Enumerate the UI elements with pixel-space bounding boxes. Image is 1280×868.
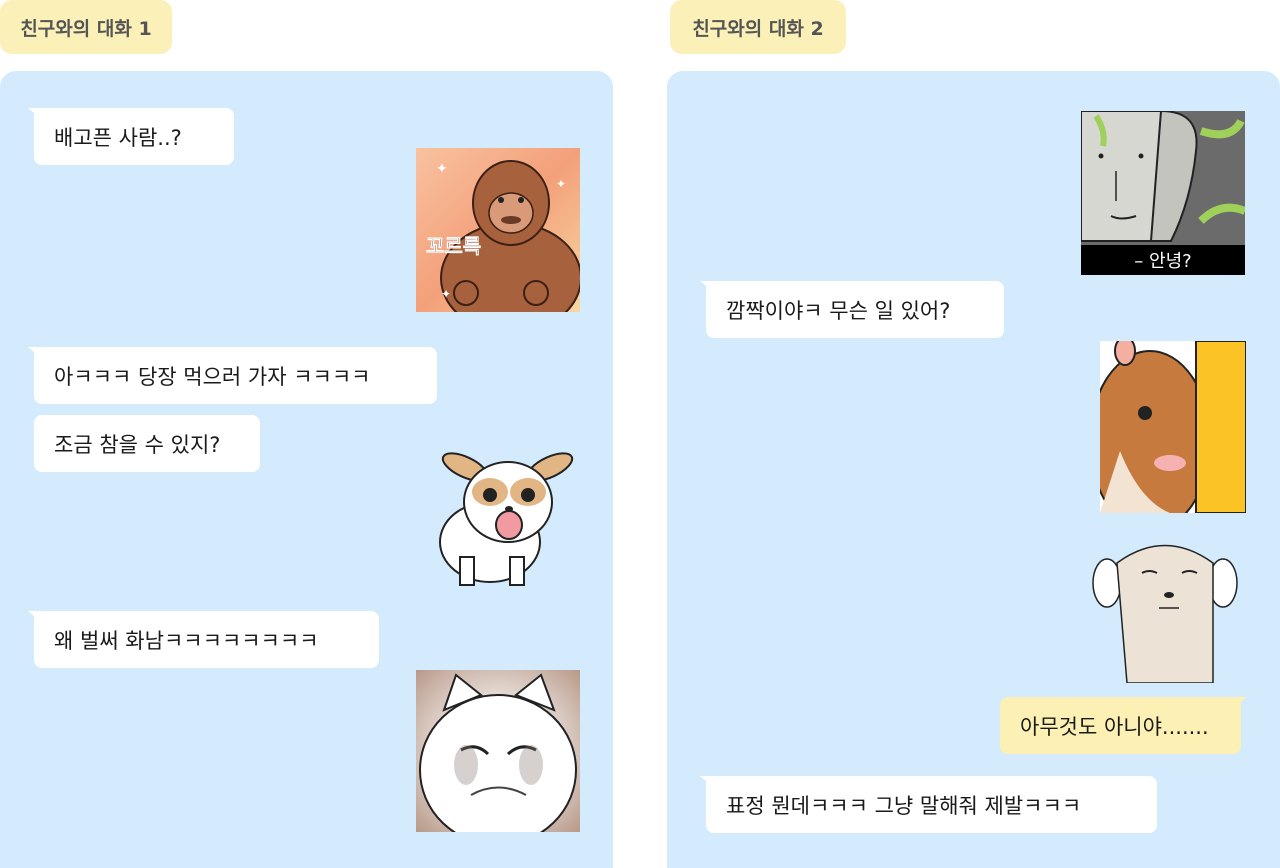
- message-text: 아ㅋㅋㅋ 당장 먹으러 가자 ㅋㅋㅋㅋ: [54, 364, 371, 389]
- chat-bubble: 왜 벌써 화남ㅋㅋㅋㅋㅋㅋㅋㅋ: [28, 611, 379, 668]
- gorilla-sticker: 꼬르륵 ✦ ✦ ✦: [416, 148, 580, 312]
- chat-bubble: 아ㅋㅋㅋ 당장 먹으러 가자 ㅋㅋㅋㅋ: [28, 347, 437, 404]
- message-text: 배고픈 사람..?: [54, 125, 182, 150]
- tab-conversation-1[interactable]: 친구와의 대화 1: [0, 0, 172, 54]
- sticker-caption: 꼬르륵: [426, 234, 481, 258]
- tab-label: 친구와의 대화 1: [20, 17, 152, 40]
- message-text: 깜짝이야ㅋ 무슨 일 있어?: [726, 298, 951, 323]
- message-text: 조금 참을 수 있지?: [54, 432, 221, 457]
- chat-panel-2: – 안녕? 깜짝이야ㅋ 무슨 일 있어? 아무것도 아니야....... 표정 …: [667, 71, 1280, 868]
- svg-text:✦: ✦: [441, 287, 451, 301]
- my-chat-bubble: 아무것도 아니야.......: [1000, 697, 1247, 754]
- chat-panel-1: 배고픈 사람..? 꼬르륵 ✦ ✦ ✦ 아ㅋㅋㅋ 당장 먹으러 가자 ㅋㅋㅋㅋ …: [0, 71, 613, 868]
- svg-text:✦: ✦: [556, 177, 566, 191]
- hamster-sticker: [1100, 341, 1246, 513]
- chat-bubble: 배고픈 사람..?: [28, 108, 234, 165]
- chat-bubble: 표정 뭔데ㅋㅋㅋ 그냥 말해줘 제발ㅋㅋㅋ: [700, 776, 1157, 833]
- message-text: 아무것도 아니야.......: [1020, 714, 1209, 739]
- dog-sticker: [430, 447, 580, 592]
- message-text: 표정 뭔데ㅋㅋㅋ 그냥 말해줘 제발ㅋㅋㅋ: [726, 793, 1082, 818]
- tab-conversation-2[interactable]: 친구와의 대화 2: [670, 0, 846, 54]
- dog-face-sticker: [1087, 533, 1243, 683]
- tab-label: 친구와의 대화 2: [692, 17, 824, 40]
- cat-sticker: [416, 670, 580, 832]
- svg-text:✦: ✦: [436, 161, 448, 177]
- chat-bubble: 깜짝이야ㅋ 무슨 일 있어?: [700, 281, 1004, 338]
- chat-bubble: 조금 참을 수 있지?: [34, 415, 260, 472]
- stone-face-sticker: – 안녕?: [1081, 111, 1245, 275]
- sticker-caption: – 안녕?: [1134, 251, 1191, 272]
- message-text: 왜 벌써 화남ㅋㅋㅋㅋㅋㅋㅋㅋ: [54, 628, 319, 653]
